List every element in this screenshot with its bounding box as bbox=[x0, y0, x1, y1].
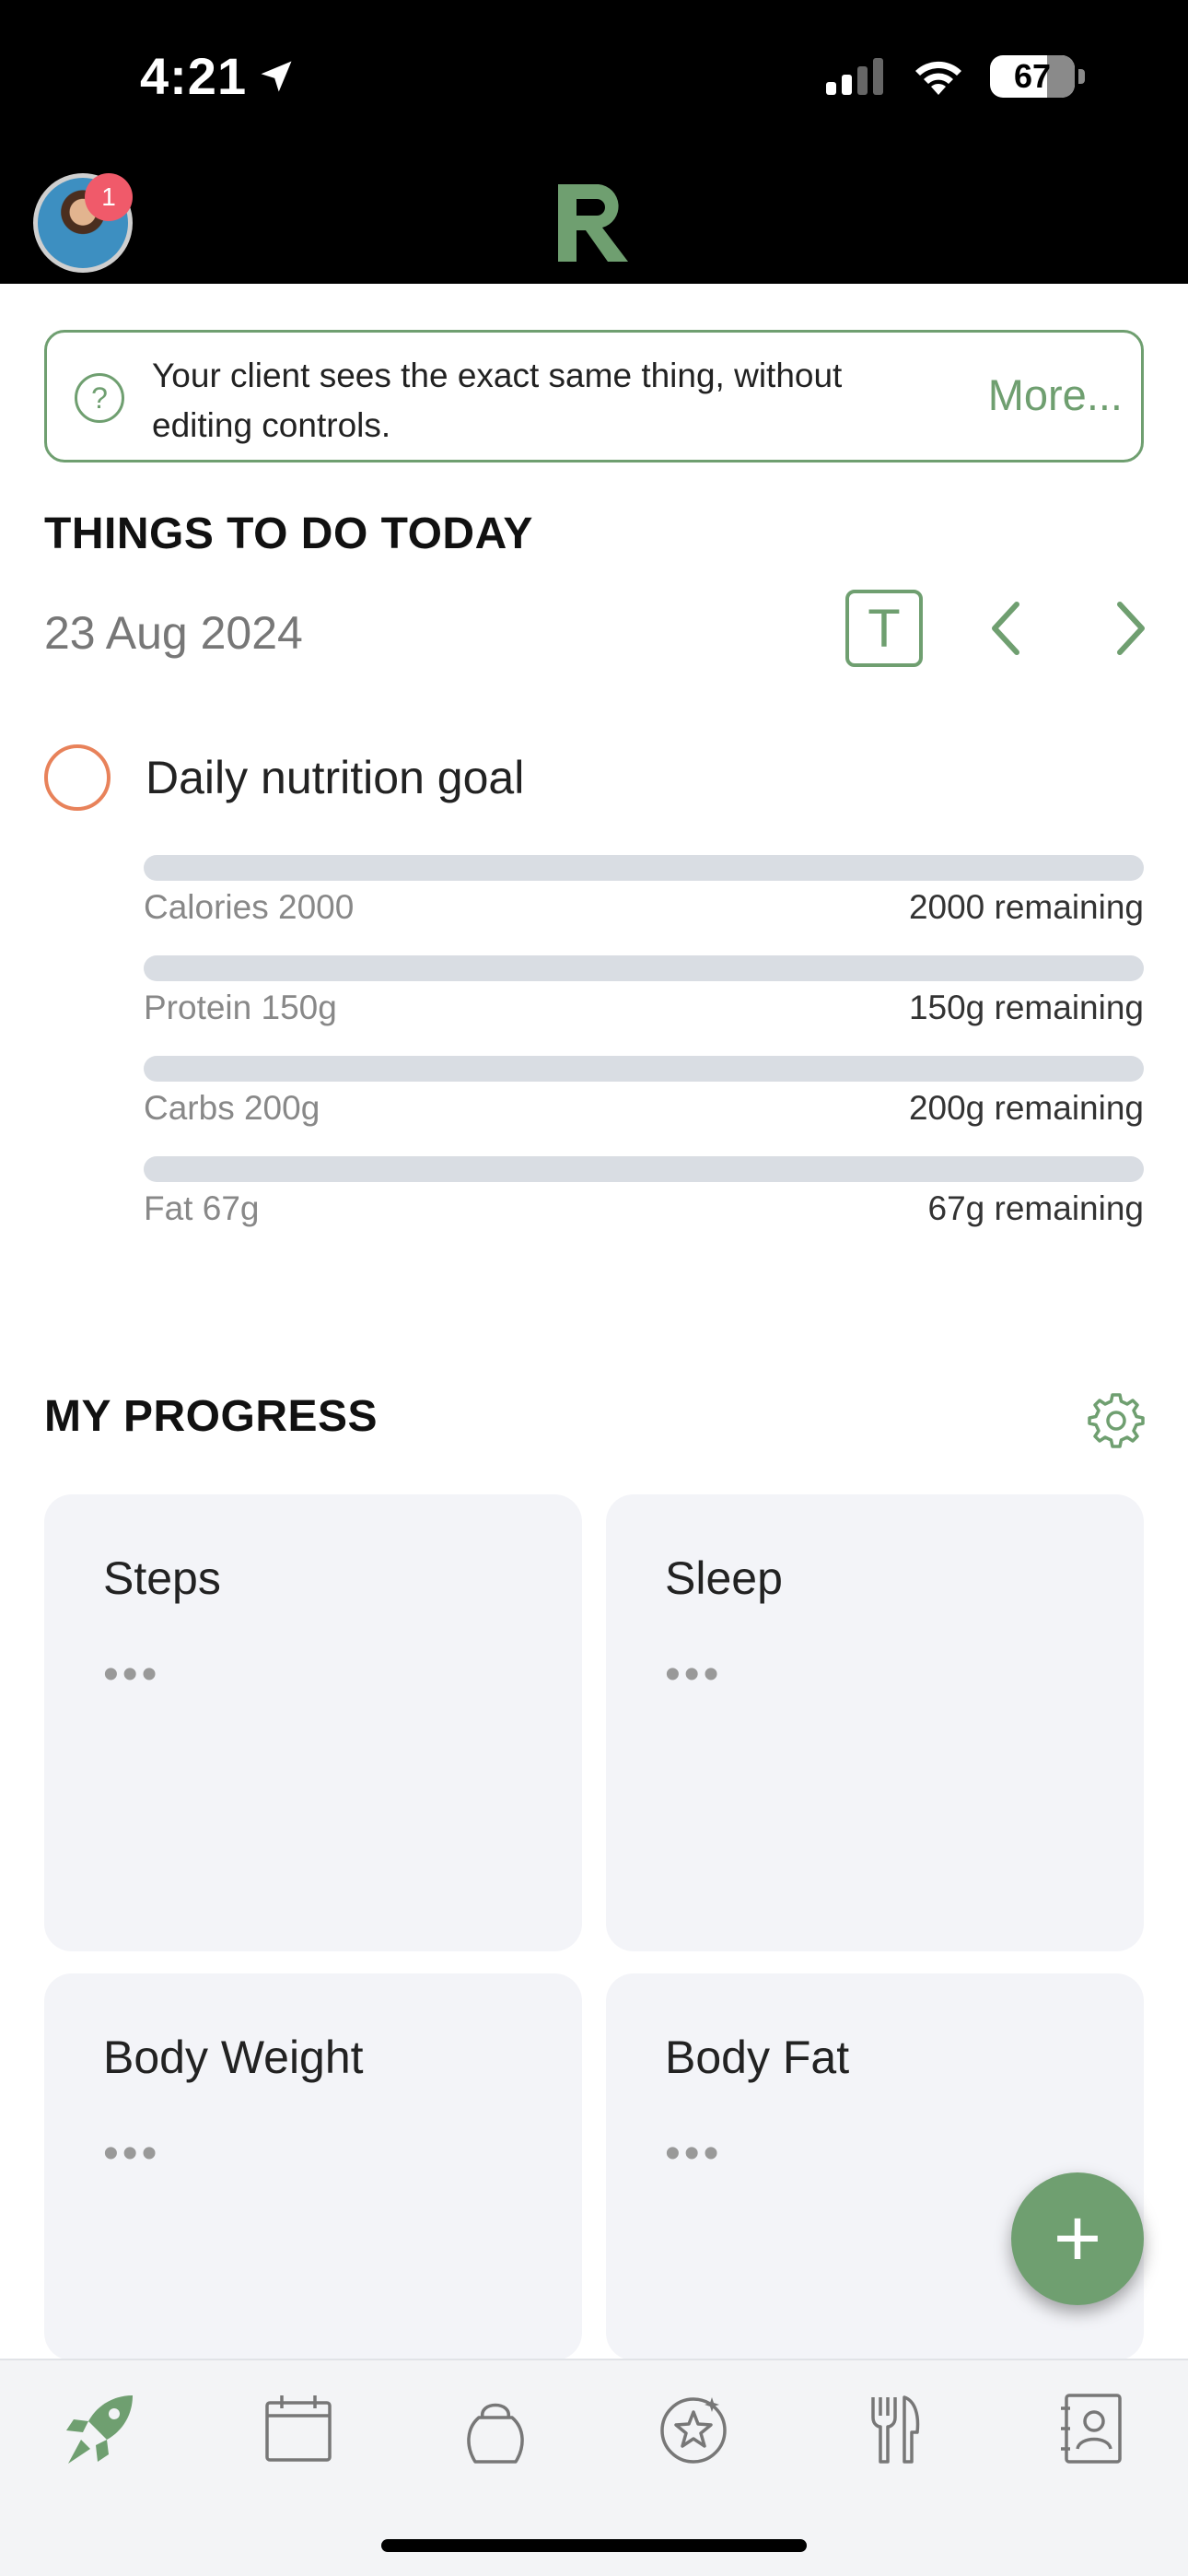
battery-tip bbox=[1078, 69, 1085, 84]
tab-contacts[interactable] bbox=[1044, 2383, 1136, 2475]
card-title: Body Weight bbox=[103, 2032, 364, 2083]
location-arrow-icon bbox=[261, 61, 292, 91]
tab-workouts[interactable] bbox=[449, 2383, 542, 2475]
more-link[interactable]: More... bbox=[988, 369, 1123, 420]
banner-text: Your client sees the exact same thing, w… bbox=[152, 357, 843, 444]
status-time: 4:21 bbox=[140, 46, 297, 106]
macro-calories: Calories 2000 2000 remaining bbox=[144, 855, 1144, 927]
today-button[interactable]: T bbox=[845, 590, 923, 667]
kettlebell-icon bbox=[467, 2403, 524, 2464]
macro-carbs: Carbs 200g 200g remaining bbox=[144, 1056, 1144, 1128]
rocket-icon bbox=[66, 2395, 133, 2464]
macro-remaining: 67g remaining bbox=[927, 1189, 1144, 1227]
macro-remaining: 150g remaining bbox=[908, 989, 1144, 1026]
fork-knife-icon bbox=[871, 2395, 920, 2464]
tab-nutrition[interactable] bbox=[847, 2383, 939, 2475]
status-icons: 67 bbox=[824, 55, 1085, 98]
home-indicator[interactable] bbox=[381, 2539, 807, 2552]
card-title: Steps bbox=[103, 1552, 221, 1604]
macro-remaining: 2000 remaining bbox=[908, 888, 1144, 926]
app-logo-icon bbox=[558, 184, 628, 262]
progress-bar bbox=[144, 1056, 1144, 1082]
battery-icon: 67 bbox=[990, 55, 1075, 98]
help-icon: ? bbox=[75, 373, 124, 423]
tab-calendar[interactable] bbox=[252, 2383, 344, 2475]
macro-name: Calories 2000 bbox=[144, 888, 355, 926]
calendar-icon bbox=[265, 2395, 332, 2462]
star-badge-icon bbox=[660, 2397, 727, 2464]
progress-bar bbox=[144, 1156, 1144, 1182]
macro-name: Protein 150g bbox=[144, 989, 337, 1026]
macro-remaining: 200g remaining bbox=[908, 1089, 1144, 1127]
tab-home[interactable] bbox=[53, 2383, 146, 2475]
macro-fat: Fat 67g 67g remaining bbox=[144, 1156, 1144, 1228]
contacts-icon bbox=[1061, 2394, 1122, 2464]
card-title: Sleep bbox=[665, 1552, 783, 1604]
progress-card-sleep[interactable]: Sleep ••• bbox=[606, 1494, 1144, 1951]
progress-bar bbox=[144, 855, 1144, 881]
cellular-signal-icon bbox=[826, 58, 883, 95]
chevron-right-icon[interactable] bbox=[1101, 595, 1157, 662]
status-time-text: 4:21 bbox=[140, 47, 248, 105]
card-value: ••• bbox=[103, 2129, 161, 2178]
wifi-icon bbox=[915, 61, 961, 95]
add-button[interactable]: + bbox=[1011, 2172, 1144, 2305]
battery-level: 67 bbox=[1013, 57, 1052, 95]
macro-protein: Protein 150g 150g remaining bbox=[144, 955, 1144, 1027]
tab-habits[interactable] bbox=[647, 2383, 740, 2475]
goal-checkbox[interactable] bbox=[44, 744, 111, 811]
card-value: ••• bbox=[665, 1650, 723, 1699]
card-title: Body Fat bbox=[665, 2032, 850, 2083]
things-to-do-heading: THINGS TO DO TODAY bbox=[44, 509, 533, 558]
chevron-left-icon[interactable] bbox=[980, 595, 1035, 662]
current-date: 23 Aug 2024 bbox=[44, 607, 303, 659]
progress-card-steps[interactable]: Steps ••• bbox=[44, 1494, 582, 1951]
my-progress-heading: MY PROGRESS bbox=[44, 1392, 379, 1441]
macro-name: Fat 67g bbox=[144, 1189, 260, 1227]
info-banner: ? Your client sees the exact same thing,… bbox=[44, 330, 1144, 463]
gear-icon[interactable] bbox=[1087, 1391, 1146, 1450]
progress-bar bbox=[144, 955, 1144, 981]
card-value: ••• bbox=[103, 1650, 161, 1699]
notification-badge: 1 bbox=[85, 173, 133, 221]
goal-label: Daily nutrition goal bbox=[146, 752, 525, 803]
macro-name: Carbs 200g bbox=[144, 1089, 320, 1127]
progress-card-body-weight[interactable]: Body Weight ••• bbox=[44, 1973, 582, 2360]
card-value: ••• bbox=[665, 2129, 723, 2178]
